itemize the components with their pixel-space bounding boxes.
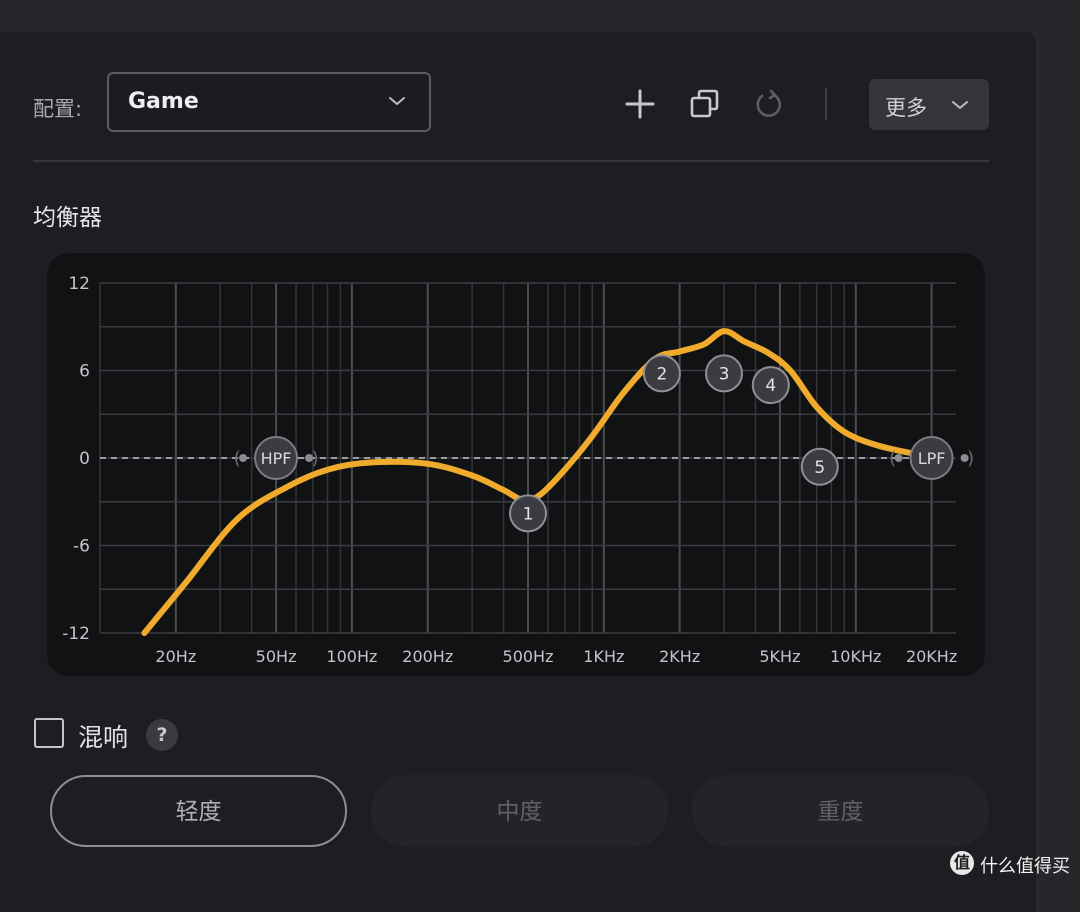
header-divider	[33, 160, 989, 162]
band-label: 4	[765, 376, 776, 396]
x-tick-label: 20KHz	[906, 647, 957, 666]
filter-dot-right	[305, 454, 314, 462]
band-handle-3[interactable]: 3	[705, 354, 744, 393]
band-handle-1[interactable]: 1	[509, 494, 547, 533]
chevron-down-icon	[952, 101, 968, 109]
x-tick-label: 10KHz	[830, 647, 881, 666]
band-handle-2[interactable]: 2	[642, 354, 681, 393]
band-label: 2	[656, 364, 667, 384]
more-button[interactable]: 更多	[869, 79, 989, 130]
x-tick-label: 50Hz	[256, 647, 297, 666]
x-tick-label: 1KHz	[583, 647, 624, 666]
band-label: 3	[719, 364, 730, 384]
filter-label: HPF	[261, 449, 292, 468]
reverb-medium-button[interactable]: 中度	[371, 775, 668, 847]
x-tick-label: 200Hz	[402, 647, 453, 666]
y-tick-label: -6	[73, 537, 90, 557]
equalizer-chart[interactable]: 1260-6-12 20Hz 50Hz 100Hz 200Hz 500Hz 1KHz 2KH…	[47, 253, 985, 676]
chevron-down-icon	[389, 97, 405, 105]
y-tick-label: 12	[68, 274, 90, 294]
reset-icon[interactable]	[753, 88, 785, 120]
copy-icon[interactable]	[689, 88, 721, 120]
toolbar-separator	[825, 88, 827, 120]
band-handle-4[interactable]: 4	[751, 366, 790, 405]
band-handle-5[interactable]: 5	[800, 447, 839, 486]
help-icon[interactable]: ?	[146, 719, 178, 751]
window-edge	[1036, 0, 1080, 887]
watermark-text: 什么值得买	[980, 856, 1070, 877]
band-label: 1	[523, 504, 534, 524]
preset-select-value: Game	[128, 89, 199, 114]
x-tick-label: 100Hz	[326, 647, 377, 666]
plus-icon[interactable]	[624, 88, 656, 120]
band-label: 5	[814, 458, 825, 478]
reverb-checkbox[interactable]	[34, 718, 64, 748]
filter-dot-right	[960, 454, 969, 462]
x-tick-label: 2KHz	[659, 647, 700, 666]
equalizer-title: 均衡器	[33, 205, 102, 231]
reverb-label: 混响	[78, 723, 129, 752]
x-tick-label: 20Hz	[155, 647, 196, 666]
x-tick-label: 500Hz	[503, 647, 554, 666]
preset-select[interactable]: Game	[107, 72, 431, 132]
reverb-heavy-button[interactable]: 重度	[692, 775, 989, 847]
more-button-label: 更多	[885, 96, 927, 120]
config-label: 配置:	[33, 97, 83, 121]
watermark-logo: 值	[950, 851, 974, 875]
y-tick-label: -12	[62, 624, 90, 644]
y-tick-label: 0	[79, 449, 90, 469]
equalizer-graph[interactable]: 12 6 0 -6 -12 20Hz 50Hz 100Hz 200Hz 500Hz 1KHz 2KH…	[47, 253, 985, 676]
filter-dot-left	[894, 454, 903, 462]
filter-label: LPF	[918, 449, 946, 468]
filter-dot-left	[239, 454, 248, 462]
reverb-light-button[interactable]: 轻度	[50, 775, 347, 847]
y-tick-label: 6	[79, 362, 90, 382]
x-tick-label: 5KHz	[759, 647, 800, 666]
